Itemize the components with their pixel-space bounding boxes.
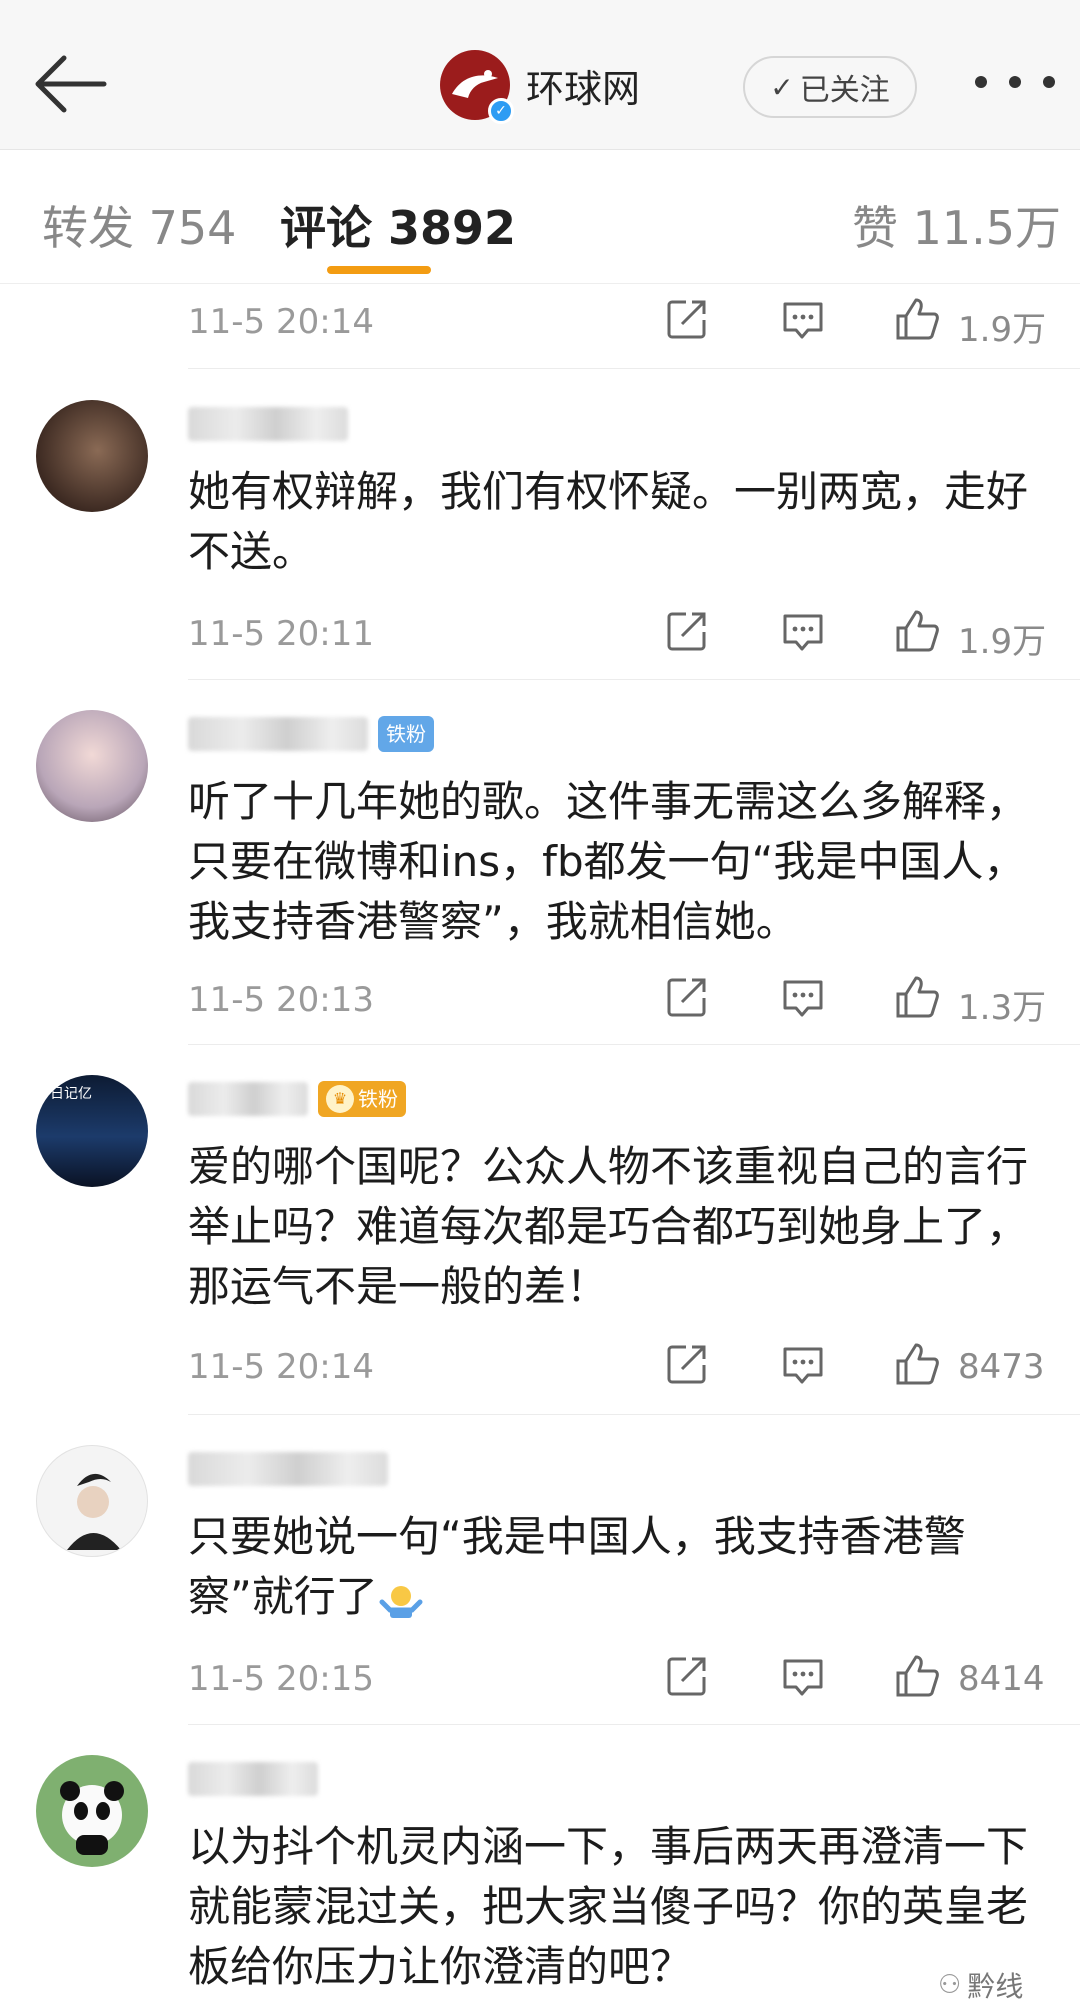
account-logo: ✓ [440,50,514,124]
username[interactable]: ♛ 铁粉 [188,1081,406,1117]
fan-badge: 铁粉 [378,716,434,752]
avatar[interactable] [36,400,148,512]
comment-meta: 11-5 20:14 1.9万 [188,296,1048,350]
like-count: 8414 [958,1659,1045,1699]
avatar[interactable]: 日记亿 [36,1075,148,1187]
wechat-icon: ⚇ [938,1970,962,2000]
tab-reposts[interactable]: 转发 754 [42,192,236,258]
avatar[interactable] [36,710,148,822]
comment-time: 11-5 20:14 [188,302,374,342]
fan-badge: ♛ 铁粉 [318,1081,406,1117]
following-label: 已关注 [799,73,890,108]
like-icon[interactable] [894,1341,940,1387]
like-count: 1.9万 [958,622,1047,662]
comment-item: 11-5 20:14 1.9万 [0,284,1080,370]
username[interactable] [188,1761,318,1797]
share-icon[interactable] [664,1341,710,1387]
comment-item: 铁粉 听了十几年她的歌。这件事无需这么多解释，只要在微博和ins，fb都发一句“… [0,680,1080,1045]
active-tab-indicator [327,266,431,274]
comment-text: 爱的哪个国呢？公众人物不该重视自己的言行举止吗？难道每次都是巧合都巧到她身上了，… [188,1142,1029,1311]
comment-meta: 11-5 20:11 1.9万 [188,608,1048,662]
crown-icon: ♛ [326,1085,354,1113]
like-count: 8473 [958,1347,1045,1387]
comment-text: 她有权辩解，我们有权怀疑。一别两宽，走好不送。 [188,467,1029,576]
reply-icon[interactable] [780,608,826,654]
share-icon[interactable] [664,296,710,342]
like-icon[interactable] [894,1653,940,1699]
comment-meta: 11-5 20:15 8414 [188,1653,1048,1703]
share-icon[interactable] [664,608,710,654]
comment-item: 她有权辩解，我们有权怀疑。一别两宽，走好不送。 11-5 20:11 1.9万 [0,370,1080,680]
reply-icon[interactable] [780,296,826,342]
avatar[interactable] [36,1755,148,1867]
comment-time: 11-5 20:13 [188,980,374,1020]
reply-icon[interactable] [780,1341,826,1387]
reply-icon[interactable] [780,1653,826,1699]
top-bar: ✓ 环球网 ✓ 已关注 [0,0,1080,150]
comment-time: 11-5 20:15 [188,1659,374,1699]
back-arrow-icon[interactable] [30,52,110,116]
comment-meta: 11-5 20:13 1.3万 [188,974,1048,1028]
comment-text: 听了十几年她的歌。这件事无需这么多解释，只要在微博和ins，fb都发一句“我是中… [188,777,1029,946]
comment-meta: 11-5 20:14 8473 [188,1341,1048,1391]
more-options-icon[interactable] [975,76,1055,96]
comment-item: 只要她说一句“我是中国人，我支持香港警察”就行了 11-5 20:15 8414 [0,1415,1080,1725]
tab-comments[interactable]: 评论 3892 [280,192,516,258]
share-icon[interactable] [664,1653,710,1699]
avatar-text: 日记亿 [50,1086,92,1102]
comment-text: 以为抖个机灵内涵一下，事后两天再澄清一下就能蒙混过关，把大家当傻子吗？你的英皇老… [188,1822,1029,1991]
like-icon[interactable] [894,608,940,654]
verified-icon: ✓ [488,98,514,124]
comment-text-body: 只要她说一句“我是中国人，我支持香港警察”就行了 [188,1512,966,1621]
check-icon: ✓ [770,70,794,104]
comment-time: 11-5 20:11 [188,614,374,654]
watermark-text: 黔线 [967,1970,1024,2003]
reply-icon[interactable] [780,974,826,1020]
account-header[interactable]: ✓ 环球网 [440,50,641,124]
tab-likes[interactable]: 赞 11.5万 [852,192,1061,258]
like-count: 1.9万 [958,310,1047,350]
like-count: 1.3万 [958,988,1047,1028]
comment-time: 11-5 20:14 [188,1347,374,1387]
share-icon[interactable] [664,974,710,1020]
comment-text: 只要她说一句“我是中国人，我支持香港警察”就行了 [188,1507,1048,1627]
watermark: ⚇ 黔线 [938,1965,1023,2005]
account-name: 环球网 [526,66,641,111]
username[interactable] [188,1451,388,1487]
fan-badge-label: 铁粉 [358,1087,398,1111]
username[interactable] [188,406,348,442]
comment-item: 以为抖个机灵内涵一下，事后两天再澄清一下就能蒙混过关，把大家当傻子吗？你的英皇老… [0,1725,1080,2015]
avatar[interactable] [36,1445,148,1557]
following-button[interactable]: ✓ 已关注 [743,56,917,118]
shrug-emoji-icon [379,1585,423,1618]
like-icon[interactable] [894,974,940,1020]
like-icon[interactable] [894,296,940,342]
username[interactable]: 铁粉 [188,716,434,752]
comment-item: 日记亿 ♛ 铁粉 爱的哪个国呢？公众人物不该重视自己的言行举止吗？难道每次都是巧合… [0,1045,1080,1415]
divider [188,368,1080,369]
tab-bar: 转发 754 评论 3892 赞 11.5万 [0,150,1080,284]
